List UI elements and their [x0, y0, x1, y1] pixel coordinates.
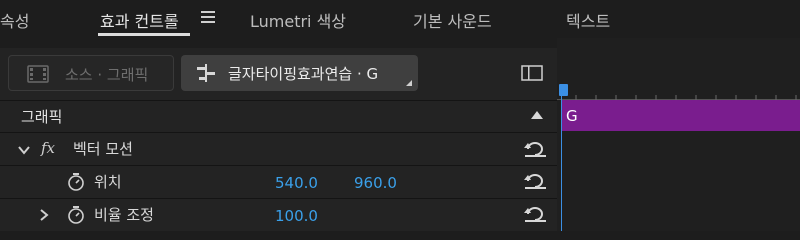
source-clip-button[interactable]: 소스 · 그래픽	[8, 55, 174, 91]
playhead-line	[561, 84, 562, 231]
mini-timeline[interactable]	[557, 38, 800, 231]
sequence-icon	[197, 64, 215, 82]
row-divider	[0, 198, 557, 199]
toggle-timeline-view-icon[interactable]	[521, 65, 543, 81]
reset-parameter-icon[interactable]	[522, 140, 548, 158]
fx-toggle[interactable]: fx	[41, 139, 55, 157]
stopwatch-icon[interactable]	[67, 205, 85, 225]
stopwatch-icon[interactable]	[67, 172, 85, 192]
row-divider	[0, 100, 557, 101]
tab-lumetri-color[interactable]: Lumetri 색상	[250, 8, 346, 32]
graphic-clip[interactable]: G	[561, 100, 800, 131]
playhead-handle[interactable]	[559, 84, 568, 96]
param-scale-label: 비율 조정	[94, 206, 154, 224]
position-y-value[interactable]: 960.0	[354, 174, 397, 192]
tab-properties[interactable]: 속성	[0, 8, 29, 32]
time-ruler[interactable]	[557, 92, 800, 100]
param-position-label: 위치	[94, 173, 122, 191]
clip-label: G	[566, 107, 578, 125]
tab-text[interactable]: 텍스트	[566, 8, 610, 32]
tab-effect-controls[interactable]: 효과 컨트롤	[100, 8, 179, 32]
scale-value[interactable]: 100.0	[275, 207, 318, 225]
position-x-value[interactable]: 540.0	[275, 174, 318, 192]
dropdown-corner-icon	[406, 80, 412, 86]
reset-parameter-icon[interactable]	[522, 172, 548, 190]
effect-name-vector-motion: 벡터 모션	[73, 140, 133, 158]
tab-essential-sound[interactable]: 기본 사운드	[413, 8, 492, 32]
panel-menu-icon[interactable]	[201, 10, 215, 23]
collapse-section-icon[interactable]	[531, 111, 543, 119]
panel-tab-bar: 속성 효과 컨트롤 Lumetri 색상 기본 사운드 텍스트	[0, 0, 800, 38]
row-divider	[0, 132, 557, 133]
chevron-down-icon[interactable]	[17, 143, 31, 157]
section-title: 그래픽	[21, 108, 63, 126]
chevron-right-icon[interactable]	[37, 208, 51, 222]
active-tab-indicator	[98, 33, 190, 36]
film-icon	[27, 65, 49, 83]
sequence-clip-label: 글자타이핑효과연습 · G	[228, 65, 379, 83]
source-clip-label: 소스 · 그래픽	[65, 66, 149, 84]
row-divider	[0, 165, 557, 166]
reset-parameter-icon[interactable]	[522, 205, 548, 223]
sequence-clip-button[interactable]: 글자타이핑효과연습 · G	[181, 55, 418, 91]
